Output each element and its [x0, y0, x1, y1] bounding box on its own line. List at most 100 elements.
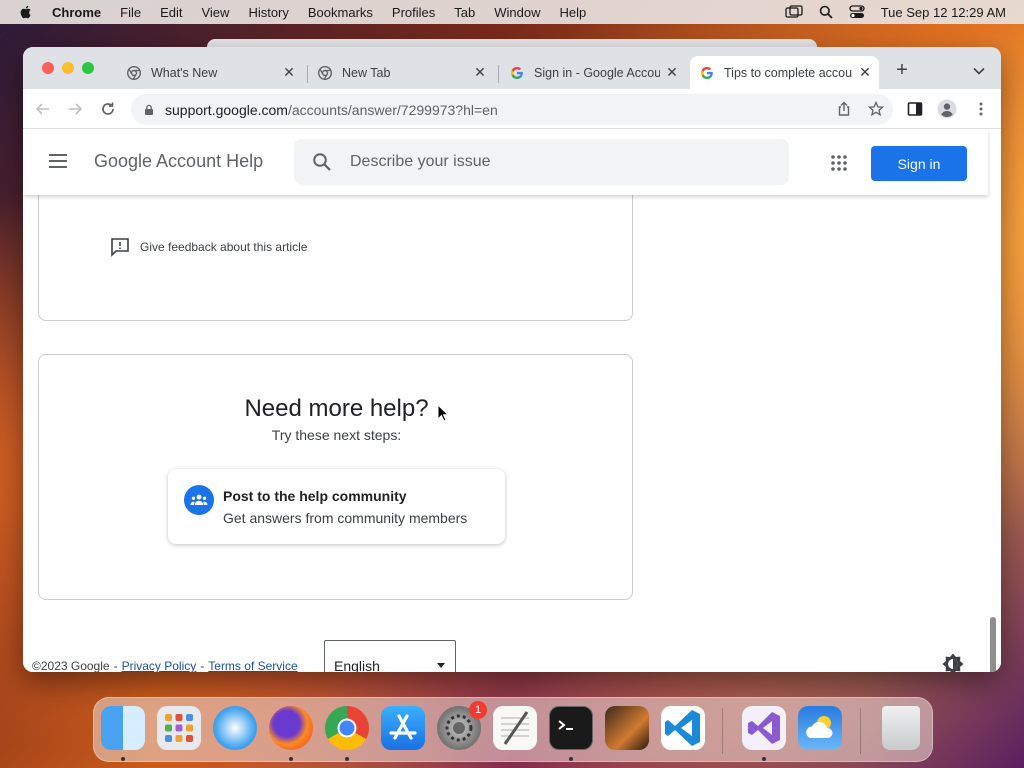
hamburger-menu-icon[interactable]: [49, 154, 67, 168]
dropdown-caret-icon: [437, 663, 445, 668]
help-search-box[interactable]: [294, 139, 789, 185]
browser-window: What's New ✕ New Tab ✕ Sign in - Google …: [23, 47, 1001, 672]
profile-avatar-icon[interactable]: [937, 99, 957, 119]
visual-studio-icon[interactable]: [742, 706, 786, 750]
menu-window[interactable]: Window: [494, 5, 540, 20]
menubar-clock[interactable]: Tue Sep 12 12:29 AM: [881, 5, 1006, 20]
menu-bookmarks[interactable]: Bookmarks: [308, 5, 373, 20]
running-indicator: [569, 757, 573, 761]
new-tab-button[interactable]: +: [893, 60, 911, 80]
menu-file[interactable]: File: [120, 5, 141, 20]
feedback-link[interactable]: Give feedback about this article: [110, 237, 307, 257]
vscode-icon[interactable]: [661, 706, 705, 750]
back-arrow-icon[interactable]: [35, 101, 51, 117]
chrome-icon: [127, 65, 141, 80]
control-center-icon[interactable]: [849, 5, 865, 19]
terminal-icon[interactable]: [549, 706, 593, 750]
garageband-icon[interactable]: [605, 706, 649, 750]
close-tab-icon[interactable]: ✕: [664, 64, 680, 81]
need-more-help-card: Need more help? Try these next steps: Po…: [38, 354, 633, 600]
close-window-button[interactable]: [42, 62, 54, 74]
page-title[interactable]: Google Account Help: [94, 151, 263, 172]
tab-whats-new[interactable]: What's New ✕: [117, 56, 303, 89]
privacy-policy-link[interactable]: Privacy Policy: [122, 659, 197, 672]
side-panel-icon[interactable]: [907, 101, 923, 117]
close-tab-icon[interactable]: ✕: [281, 64, 297, 81]
menu-edit[interactable]: Edit: [160, 5, 182, 20]
dark-mode-toggle-icon[interactable]: [942, 653, 964, 672]
search-icon[interactable]: [312, 152, 332, 172]
reload-icon[interactable]: [100, 101, 116, 117]
menu-view[interactable]: View: [201, 5, 229, 20]
address-bar[interactable]: support.google.com/accounts/answer/72999…: [131, 94, 893, 125]
running-indicator: [762, 757, 766, 761]
page-content: Google Account Help Sign in Give feedbac…: [23, 129, 1001, 672]
menu-tab[interactable]: Tab: [454, 5, 475, 20]
google-icon: [701, 66, 713, 79]
finder-icon[interactable]: [101, 706, 145, 750]
menu-profiles[interactable]: Profiles: [392, 5, 435, 20]
vertical-scrollbar[interactable]: [990, 617, 996, 672]
sign-in-button[interactable]: Sign in: [871, 146, 967, 181]
footer-separator: -: [113, 659, 118, 672]
url-path: /accounts/answer/7299973?hl=en: [287, 101, 498, 118]
tab-title: Sign in - Google Accounts: [534, 65, 660, 80]
bookmark-star-icon[interactable]: [868, 101, 884, 117]
tab-strip: What's New ✕ New Tab ✕ Sign in - Google …: [23, 47, 1001, 89]
dock-separator: [860, 708, 861, 754]
footer-separator: -: [200, 659, 205, 672]
apple-icon[interactable]: [18, 4, 34, 20]
community-subtitle: Get answers from community members: [223, 510, 468, 526]
url-host: support.google.com: [165, 101, 288, 118]
zoom-window-button[interactable]: [82, 62, 94, 74]
chrome-menu-icon[interactable]: [973, 101, 989, 117]
minimize-window-button[interactable]: [62, 62, 74, 74]
running-indicator: [121, 757, 125, 761]
chrome-icon[interactable]: [325, 706, 369, 750]
running-indicator: [289, 757, 293, 761]
menu-history[interactable]: History: [248, 5, 288, 20]
share-icon[interactable]: [836, 101, 852, 117]
tab-sign-in[interactable]: Sign in - Google Accounts ✕: [500, 56, 686, 89]
community-icon: [184, 485, 214, 515]
close-tab-icon[interactable]: ✕: [472, 64, 488, 81]
tab-title: Tips to complete account recovery: [724, 65, 853, 80]
copyright-text: ©2023 Google: [32, 659, 110, 672]
tab-separator: [498, 65, 499, 83]
forward-arrow-icon[interactable]: [67, 101, 83, 117]
page-footer: ©2023 Google - Privacy Policy - Terms of…: [32, 659, 298, 672]
spotlight-search-icon[interactable]: [819, 5, 833, 19]
tab-new-tab[interactable]: New Tab ✕: [308, 56, 494, 89]
post-to-community-card[interactable]: Post to the help community Get answers f…: [168, 469, 505, 544]
menu-app-name[interactable]: Chrome: [52, 5, 101, 20]
tab-search-chevron-icon[interactable]: [972, 64, 986, 78]
safari-icon[interactable]: [213, 706, 257, 750]
feedback-icon: [111, 238, 129, 257]
trash-icon[interactable]: [882, 706, 920, 750]
language-select[interactable]: English: [324, 640, 456, 672]
chrome-icon: [318, 65, 332, 80]
terms-of-service-link[interactable]: Terms of Service: [208, 659, 297, 672]
browser-toolbar: support.google.com/accounts/answer/72999…: [23, 89, 1001, 129]
menu-help[interactable]: Help: [560, 5, 587, 20]
weather-icon[interactable]: [798, 706, 842, 750]
close-tab-icon[interactable]: ✕: [857, 64, 873, 81]
google-icon: [511, 66, 523, 79]
url-text: support.google.com/accounts/answer/72999…: [165, 102, 498, 118]
tab-title: What's New: [151, 65, 218, 80]
need-help-subheading: Try these next steps:: [271, 427, 402, 443]
firefox-icon[interactable]: [269, 706, 313, 750]
search-input[interactable]: [350, 153, 750, 171]
feedback-label: Give feedback about this article: [140, 240, 308, 254]
mouse-cursor-icon: [437, 404, 449, 422]
launchpad-icon[interactable]: [157, 706, 201, 750]
community-title: Post to the help community: [223, 488, 407, 504]
tab-tips-account-recovery[interactable]: Tips to complete account recovery ✕: [690, 56, 879, 89]
tab-title: New Tab: [342, 65, 391, 80]
app-store-icon[interactable]: [381, 706, 425, 750]
dock-separator: [722, 708, 723, 754]
screen-mirroring-icon[interactable]: [785, 5, 803, 19]
google-apps-icon[interactable]: [831, 155, 847, 171]
textedit-icon[interactable]: [493, 706, 537, 750]
lock-icon[interactable]: [143, 104, 155, 116]
